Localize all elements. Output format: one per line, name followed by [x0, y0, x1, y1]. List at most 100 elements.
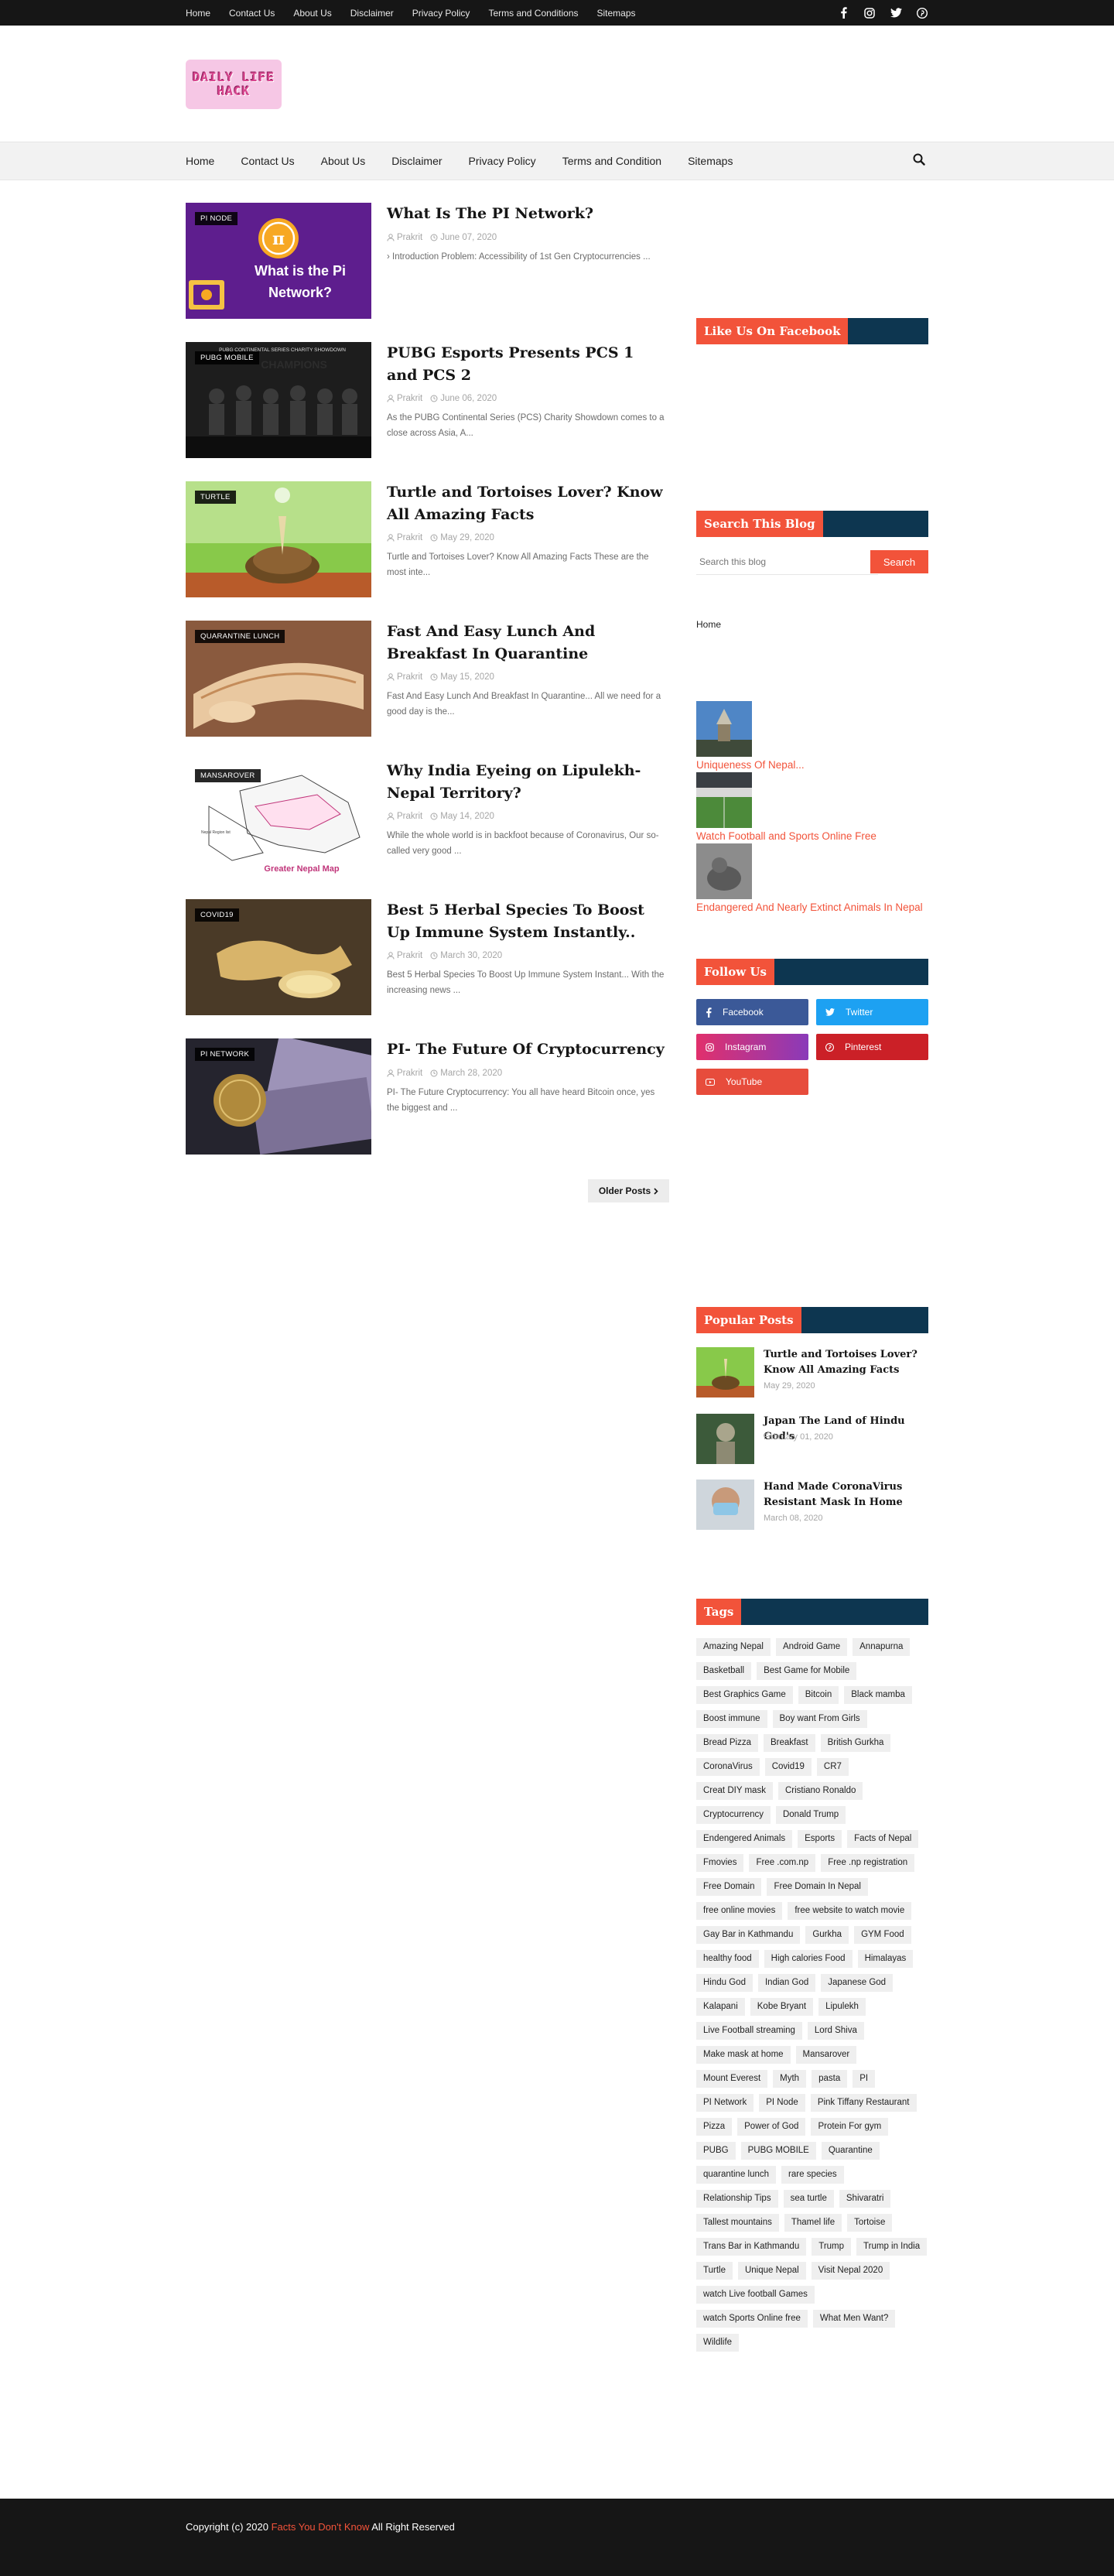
tag-item[interactable]: Trans Bar in Kathmandu [696, 2238, 807, 2256]
tag-item[interactable]: Best Game for Mobile [757, 1662, 857, 1680]
tag-item[interactable]: Power of God [737, 2118, 806, 2136]
site-logo[interactable]: DAILY LIFE HACK [186, 60, 282, 109]
image-link-caption[interactable]: Uniqueness Of Nepal... [696, 759, 805, 771]
tag-item[interactable]: Best Graphics Game [696, 1686, 793, 1704]
older-posts-button[interactable]: Older Posts [588, 1179, 669, 1202]
post-title[interactable]: What Is The PI Network? [387, 203, 669, 225]
tag-item[interactable]: Shivaratri [839, 2190, 891, 2208]
tag-item[interactable]: Donald Trump [775, 1806, 846, 1824]
tag-item[interactable]: Bitcoin [798, 1686, 839, 1704]
popular-post-title[interactable]: Turtle and Tortoises Lover? Know All Ama… [764, 1347, 928, 1378]
tag-item[interactable]: PUBG MOBILE [740, 2142, 816, 2160]
follow-pinterest-button[interactable]: Pinterest [816, 1034, 928, 1060]
top-nav-disclaimer[interactable]: Disclaimer [350, 8, 394, 19]
tag-item[interactable]: What Men Want? [812, 2310, 896, 2328]
tag-item[interactable]: Covid19 [764, 1758, 812, 1776]
post-label[interactable]: COVID19 [195, 908, 239, 922]
tag-item[interactable]: Trump [812, 2238, 852, 2256]
facebook-icon[interactable] [837, 7, 849, 19]
search-button[interactable]: Search [870, 550, 928, 573]
tag-item[interactable]: Trump in India [856, 2238, 928, 2256]
main-nav-contact[interactable]: Contact Us [241, 155, 294, 167]
tag-item[interactable]: Fmovies [696, 1854, 744, 1872]
tag-item[interactable]: PI Network [696, 2094, 754, 2112]
tag-item[interactable]: High calories Food [764, 1950, 853, 1968]
post-thumbnail[interactable]: COVID19 [186, 899, 371, 1015]
twitter-icon[interactable] [890, 7, 902, 19]
tag-item[interactable]: Gurkha [805, 1926, 849, 1944]
tag-item[interactable]: Quarantine [821, 2142, 880, 2160]
tag-item[interactable]: GYM Food [854, 1926, 911, 1944]
post-author[interactable]: Prakrit [387, 672, 422, 682]
image-link-thumb[interactable] [696, 701, 752, 757]
tag-item[interactable]: free website to watch movie [788, 1902, 912, 1920]
top-nav-privacy[interactable]: Privacy Policy [412, 8, 470, 19]
tag-item[interactable]: Hindu God [696, 1974, 753, 1992]
tag-item[interactable]: PUBG [696, 2142, 736, 2160]
follow-instagram-button[interactable]: Instagram [696, 1034, 808, 1060]
follow-facebook-button[interactable]: Facebook [696, 999, 808, 1025]
tag-item[interactable]: Boy want From Girls [772, 1710, 867, 1728]
main-nav-disclaimer[interactable]: Disclaimer [391, 155, 442, 167]
tag-item[interactable]: free online movies [696, 1902, 783, 1920]
post-author[interactable]: Prakrit [387, 533, 422, 542]
top-nav-about[interactable]: About Us [293, 8, 331, 19]
search-icon[interactable] [913, 153, 928, 169]
popular-post-thumb[interactable] [696, 1414, 754, 1464]
post-title[interactable]: Why India Eyeing on Lipulekh-Nepal Terri… [387, 760, 669, 805]
tag-item[interactable]: PI [853, 2070, 876, 2088]
tag-item[interactable]: CoronaVirus [696, 1758, 760, 1776]
tag-item[interactable]: Wildlife [696, 2334, 740, 2352]
image-link-caption[interactable]: Endangered And Nearly Extinct Animals In… [696, 901, 923, 913]
image-link-thumb[interactable] [696, 843, 752, 899]
tag-item[interactable]: rare species [781, 2166, 844, 2184]
tag-item[interactable]: pasta [812, 2070, 848, 2088]
follow-twitter-button[interactable]: Twitter [816, 999, 928, 1025]
image-link-thumb[interactable] [696, 772, 752, 828]
tag-item[interactable]: Turtle [696, 2262, 733, 2280]
popular-post-title[interactable]: Hand Made CoronaVirus Resistant Mask In … [764, 1480, 928, 1510]
post-author[interactable]: Prakrit [387, 1069, 422, 1078]
post-label[interactable]: TURTLE [195, 491, 236, 504]
pinterest-icon[interactable] [916, 7, 928, 19]
main-nav-terms[interactable]: Terms and Condition [562, 155, 661, 167]
post-thumbnail[interactable]: TURTLE [186, 481, 371, 597]
tag-item[interactable]: sea turtle [783, 2190, 834, 2208]
post-title[interactable]: Fast And Easy Lunch And Breakfast In Qua… [387, 621, 669, 665]
post-thumbnail[interactable]: Nepal Region list Greater Nepal Map MANS… [186, 760, 371, 876]
tag-item[interactable]: Free Domain In Nepal [767, 1878, 868, 1896]
tag-item[interactable]: Pizza [696, 2118, 733, 2136]
tag-item[interactable]: Endengered Animals [696, 1830, 793, 1848]
post-thumbnail[interactable]: PI NETWORK [186, 1038, 371, 1155]
post-thumbnail[interactable]: π PI NODE What is the Pi Network? [186, 203, 371, 319]
tag-item[interactable]: Mansarover [795, 2046, 857, 2064]
post-label[interactable]: PI NODE [195, 212, 238, 225]
tag-item[interactable]: Cryptocurrency [696, 1806, 771, 1824]
tag-item[interactable]: Cristiano Ronaldo [777, 1782, 863, 1800]
tag-item[interactable]: Live Football streaming [696, 2022, 802, 2040]
post-label[interactable]: QUARANTINE LUNCH [195, 630, 285, 643]
tag-item[interactable]: Amazing Nepal [696, 1638, 771, 1656]
post-author[interactable]: Prakrit [387, 951, 422, 960]
follow-youtube-button[interactable]: YouTube [696, 1069, 808, 1095]
sidebar-home-link[interactable]: Home [696, 619, 721, 630]
post-author[interactable]: Prakrit [387, 812, 422, 821]
tag-item[interactable]: Relationship Tips [696, 2190, 778, 2208]
tag-item[interactable]: Free .np registration [821, 1854, 915, 1872]
post-thumbnail[interactable]: PUBG CONTINENTAL SERIES CHARITY SHOWDOWN… [186, 342, 371, 458]
tag-item[interactable]: healthy food [696, 1950, 759, 1968]
tag-item[interactable]: Thamel life [784, 2214, 842, 2232]
tag-item[interactable]: Unique Nepal [737, 2262, 806, 2280]
post-title[interactable]: Best 5 Herbal Species To Boost Up Immune… [387, 899, 669, 944]
tag-item[interactable]: Annapurna [853, 1638, 911, 1656]
instagram-icon[interactable] [863, 7, 876, 19]
tag-item[interactable]: Esports [798, 1830, 842, 1848]
popular-post-thumb[interactable] [696, 1480, 754, 1530]
tag-item[interactable]: CR7 [816, 1758, 849, 1776]
post-title[interactable]: Turtle and Tortoises Lover? Know All Ama… [387, 481, 669, 526]
search-input[interactable] [696, 549, 878, 575]
footer-brand-link[interactable]: Facts You Don't Know [272, 2521, 370, 2533]
top-nav-terms[interactable]: Terms and Conditions [488, 8, 578, 19]
post-author[interactable]: Prakrit [387, 394, 422, 403]
top-nav-sitemaps[interactable]: Sitemaps [597, 8, 636, 19]
